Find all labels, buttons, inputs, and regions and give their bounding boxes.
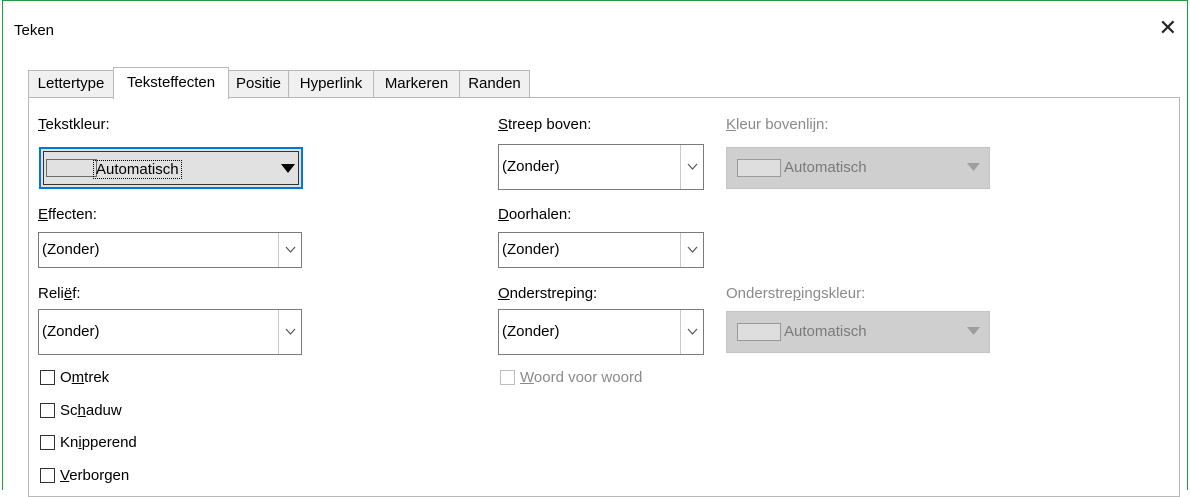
- tab-label: Markeren: [384, 75, 449, 92]
- triangle-down-icon: [281, 164, 295, 173]
- overline-color-label: Kleur bovenlijn:: [726, 116, 829, 133]
- relief-label: Reliëf:: [38, 285, 81, 302]
- color-swatch: [737, 323, 781, 341]
- underline-select[interactable]: (Zonder): [498, 309, 704, 355]
- outline-checkbox-label: Omtrek: [60, 369, 110, 386]
- checkbox-box[interactable]: [40, 435, 55, 450]
- outline-checkbox[interactable]: Omtrek: [40, 368, 160, 388]
- font-color-value: Automatisch: [93, 160, 182, 179]
- underline-label: Onderstreping:: [498, 285, 598, 302]
- overline-select[interactable]: (Zonder): [498, 144, 704, 190]
- underline-value: (Zonder): [502, 323, 560, 340]
- word-by-word-label: Woord voor woord: [520, 369, 643, 386]
- underline-color-label: Onderstrepingskleur:: [726, 285, 866, 302]
- strikethrough-value: (Zonder): [502, 241, 560, 258]
- underline-color-value: Automatisch: [784, 323, 867, 340]
- color-swatch: [46, 159, 97, 177]
- overline-color-value: Automatisch: [784, 159, 867, 176]
- dialog-window: Teken ✕ Lettertype Teksteffecten Positie…: [2, 0, 1188, 497]
- blinking-checkbox[interactable]: Knipperend: [40, 433, 160, 453]
- triangle-down-icon: [967, 163, 980, 171]
- shadow-checkbox[interactable]: Schaduw: [40, 401, 160, 421]
- tab-randen[interactable]: Randen: [459, 70, 530, 98]
- chevron-down-icon[interactable]: [680, 145, 703, 189]
- chevron-down-icon[interactable]: [278, 233, 301, 267]
- chevron-down-icon[interactable]: [680, 310, 703, 354]
- tab-panel: Tekstkleur: Automatisch Effecten: (Zonde…: [28, 97, 1180, 497]
- font-color-label: Tekstkleur:: [38, 116, 110, 133]
- close-icon[interactable]: ✕: [1159, 17, 1177, 39]
- shadow-checkbox-label: Schaduw: [60, 402, 122, 419]
- word-by-word-checkbox[interactable]: Woord voor woord: [500, 368, 680, 388]
- checkbox-box[interactable]: [40, 468, 55, 483]
- tab-markeren[interactable]: Markeren: [373, 70, 460, 98]
- tab-lettertype[interactable]: Lettertype: [28, 70, 114, 98]
- tab-label: Teksteffecten: [126, 74, 216, 91]
- tab-label: Randen: [468, 75, 521, 92]
- tab-positie[interactable]: Positie: [228, 70, 289, 98]
- tab-teksteffecten[interactable]: Teksteffecten: [113, 67, 229, 99]
- chevron-down-icon[interactable]: [680, 233, 703, 267]
- tab-label: Positie: [235, 75, 282, 92]
- tab-label: Lettertype: [37, 75, 105, 92]
- strikethrough-select[interactable]: (Zonder): [498, 232, 704, 268]
- blinking-checkbox-label: Knipperend: [60, 434, 137, 451]
- window-title: Teken: [14, 22, 55, 39]
- checkbox-box[interactable]: [500, 370, 515, 385]
- effects-select[interactable]: (Zonder): [38, 232, 302, 268]
- relief-value: (Zonder): [42, 323, 100, 340]
- font-color-button[interactable]: Automatisch: [39, 147, 303, 189]
- relief-select[interactable]: (Zonder): [38, 309, 302, 355]
- overline-color-button[interactable]: Automatisch: [726, 147, 990, 189]
- chevron-down-icon[interactable]: [278, 310, 301, 354]
- effects-value: (Zonder): [42, 241, 100, 258]
- overline-label: Streep boven:: [498, 116, 592, 133]
- hidden-checkbox[interactable]: Verborgen: [40, 466, 160, 486]
- underline-color-button[interactable]: Automatisch: [726, 311, 990, 353]
- overline-value: (Zonder): [502, 158, 560, 175]
- color-swatch: [737, 159, 781, 177]
- hidden-checkbox-label: Verborgen: [60, 467, 130, 484]
- tab-hyperlink[interactable]: Hyperlink: [288, 70, 374, 98]
- triangle-down-icon: [967, 327, 980, 335]
- tab-label: Hyperlink: [299, 75, 363, 92]
- effects-label: Effecten:: [38, 206, 97, 223]
- strikethrough-label: Doorhalen:: [498, 206, 572, 223]
- checkbox-box[interactable]: [40, 370, 55, 385]
- checkbox-box[interactable]: [40, 403, 55, 418]
